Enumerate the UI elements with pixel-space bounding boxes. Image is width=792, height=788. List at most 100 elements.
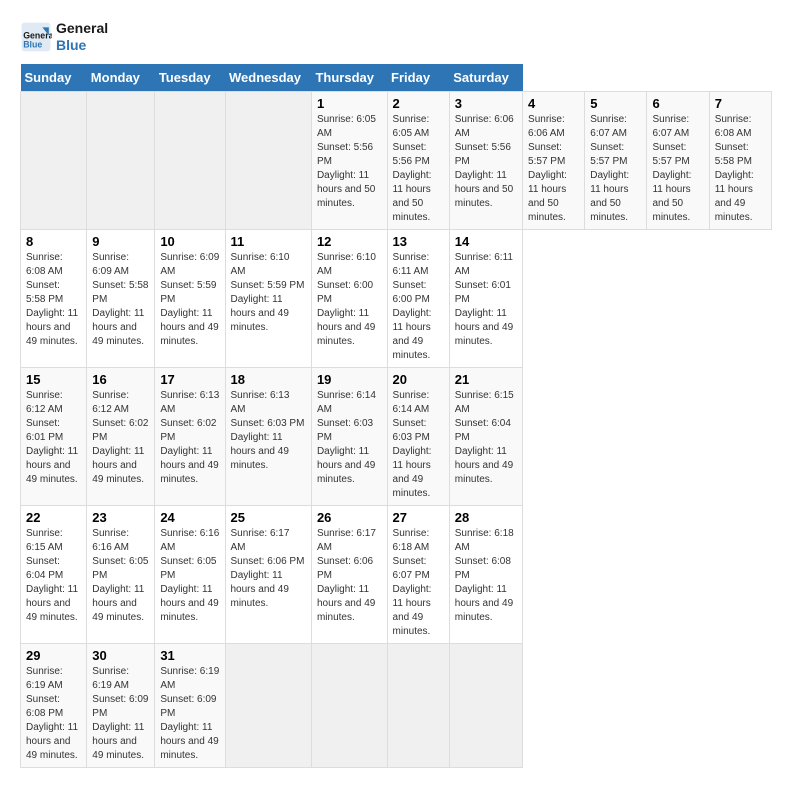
calendar-cell: 25 Sunrise: 6:17 AMSunset: 6:06 PMDayligh… [225,505,311,643]
day-info: Sunrise: 6:13 AMSunset: 6:02 PMDaylight:… [160,389,219,487]
day-number: 9 [92,234,149,249]
calendar-cell: 9 Sunrise: 6:09 AMSunset: 5:58 PMDaylight… [87,229,155,367]
day-number: 16 [92,372,149,387]
calendar-cell: 3 Sunrise: 6:06 AMSunset: 5:56 PMDaylight… [449,91,522,229]
day-number: 7 [715,96,766,111]
day-number: 22 [26,510,81,525]
calendar-table: SundayMondayTuesdayWednesdayThursdayFrid… [20,64,772,768]
day-info: Sunrise: 6:10 AMSunset: 6:00 PMDaylight:… [317,251,382,349]
calendar-cell: 27 Sunrise: 6:18 AMSunset: 6:07 PMDayligh… [387,505,449,643]
calendar-cell: 16 Sunrise: 6:12 AMSunset: 6:02 PMDayligh… [87,367,155,505]
day-header-monday: Monday [87,64,155,92]
calendar-cell: 7Sunrise: 6:08 AMSunset: 5:58 PMDaylight… [709,91,771,229]
calendar-cell: 29 Sunrise: 6:19 AMSunset: 6:08 PMDayligh… [21,643,87,767]
calendar-cell: 18Sunrise: 6:13 AMSunset: 6:03 PMDayligh… [225,367,311,505]
day-number: 12 [317,234,382,249]
day-header-saturday: Saturday [449,64,522,92]
calendar-cell: 10 Sunrise: 6:09 AMSunset: 5:59 PMDayligh… [155,229,225,367]
calendar-cell: 22 Sunrise: 6:15 AMSunset: 6:04 PMDayligh… [21,505,87,643]
day-number: 28 [455,510,517,525]
svg-text:Blue: Blue [23,39,42,49]
day-number: 24 [160,510,219,525]
day-info: Sunrise: 6:14 AMSunset: 6:03 PMDaylight:… [393,389,444,501]
day-info: Sunrise: 6:18 AMSunset: 6:07 PMDaylight:… [393,527,444,639]
day-header-thursday: Thursday [311,64,387,92]
day-header-friday: Friday [387,64,449,92]
day-info: Sunrise: 6:17 AMSunset: 6:06 PMDaylight:… [231,527,306,611]
calendar-cell: 1Sunrise: 6:05 AMSunset: 5:56 PMDaylight… [311,91,387,229]
day-number: 15 [26,372,81,387]
day-info: Sunrise: 6:09 AMSunset: 5:58 PMDaylight:… [92,251,149,349]
day-info: Sunrise: 6:15 AMSunset: 6:04 PMDaylight:… [26,527,81,625]
day-info: Sunrise: 6:16 AMSunset: 6:05 PMDaylight:… [92,527,149,625]
day-number: 2 [393,96,444,111]
day-number: 27 [393,510,444,525]
day-number: 19 [317,372,382,387]
logo-icon: General Blue [20,21,52,53]
day-info: Sunrise: 6:10 AMSunset: 5:59 PMDaylight:… [231,251,306,335]
day-number: 1 [317,96,382,111]
calendar-cell: 19 Sunrise: 6:14 AMSunset: 6:03 PMDayligh… [311,367,387,505]
calendar-cell: 26Sunrise: 6:17 AMSunset: 6:06 PMDayligh… [311,505,387,643]
calendar-header-row: SundayMondayTuesdayWednesdayThursdayFrid… [21,64,772,92]
calendar-week-4: 22 Sunrise: 6:15 AMSunset: 6:04 PMDayligh… [21,505,772,643]
calendar-week-2: 8 Sunrise: 6:08 AMSunset: 5:58 PMDaylight… [21,229,772,367]
day-number: 10 [160,234,219,249]
day-info: Sunrise: 6:06 AMSunset: 5:57 PMDaylight:… [528,113,579,225]
day-info: Sunrise: 6:19 AMSunset: 6:09 PMDaylight:… [92,665,149,763]
logo-text-general: General [56,20,108,36]
day-info: Sunrise: 6:12 AMSunset: 6:01 PMDaylight:… [26,389,81,487]
day-number: 4 [528,96,579,111]
day-info: Sunrise: 6:09 AMSunset: 5:59 PMDaylight:… [160,251,219,349]
calendar-cell [449,643,522,767]
calendar-cell: 31 Sunrise: 6:19 AMSunset: 6:09 PMDayligh… [155,643,225,767]
calendar-cell [225,91,311,229]
day-number: 29 [26,648,81,663]
calendar-cell: 30 Sunrise: 6:19 AMSunset: 6:09 PMDayligh… [87,643,155,767]
day-info: Sunrise: 6:16 AMSunset: 6:05 PMDaylight:… [160,527,219,625]
day-number: 26 [317,510,382,525]
calendar-cell: 21 Sunrise: 6:15 AMSunset: 6:04 PMDayligh… [449,367,522,505]
calendar-cell: 23Sunrise: 6:16 AMSunset: 6:05 PMDayligh… [87,505,155,643]
day-info: Sunrise: 6:12 AMSunset: 6:02 PMDaylight:… [92,389,149,487]
day-number: 13 [393,234,444,249]
day-number: 6 [652,96,703,111]
day-number: 3 [455,96,517,111]
day-number: 17 [160,372,219,387]
day-info: Sunrise: 6:06 AMSunset: 5:56 PMDaylight:… [455,113,517,211]
day-info: Sunrise: 6:19 AMSunset: 6:09 PMDaylight:… [160,665,219,763]
day-number: 5 [590,96,641,111]
calendar-week-1: 1Sunrise: 6:05 AMSunset: 5:56 PMDaylight… [21,91,772,229]
calendar-cell [387,643,449,767]
calendar-cell: 5Sunrise: 6:07 AMSunset: 5:57 PMDaylight… [585,91,647,229]
calendar-cell: 14Sunrise: 6:11 AMSunset: 6:01 PMDayligh… [449,229,522,367]
calendar-cell: 6 Sunrise: 6:07 AMSunset: 5:57 PMDaylight… [647,91,709,229]
day-info: Sunrise: 6:08 AMSunset: 5:58 PMDaylight:… [26,251,81,349]
day-info: Sunrise: 6:15 AMSunset: 6:04 PMDaylight:… [455,389,517,487]
calendar-cell: 28Sunrise: 6:18 AMSunset: 6:08 PMDayligh… [449,505,522,643]
calendar-cell [311,643,387,767]
day-number: 31 [160,648,219,663]
day-number: 14 [455,234,517,249]
day-number: 11 [231,234,306,249]
logo: General Blue General Blue [20,20,108,54]
calendar-cell: 2Sunrise: 6:05 AMSunset: 5:56 PMDaylight… [387,91,449,229]
calendar-cell: 13Sunrise: 6:11 AMSunset: 6:00 PMDayligh… [387,229,449,367]
day-info: Sunrise: 6:19 AMSunset: 6:08 PMDaylight:… [26,665,81,763]
calendar-cell [21,91,87,229]
day-number: 30 [92,648,149,663]
page-header: General Blue General Blue [20,20,772,54]
day-info: Sunrise: 6:13 AMSunset: 6:03 PMDaylight:… [231,389,306,473]
day-number: 21 [455,372,517,387]
calendar-cell [87,91,155,229]
day-number: 8 [26,234,81,249]
calendar-cell: 8 Sunrise: 6:08 AMSunset: 5:58 PMDaylight… [21,229,87,367]
day-number: 25 [231,510,306,525]
calendar-cell: 24 Sunrise: 6:16 AMSunset: 6:05 PMDayligh… [155,505,225,643]
day-header-tuesday: Tuesday [155,64,225,92]
day-header-sunday: Sunday [21,64,87,92]
day-info: Sunrise: 6:07 AMSunset: 5:57 PMDaylight:… [652,113,703,225]
calendar-cell: 17 Sunrise: 6:13 AMSunset: 6:02 PMDayligh… [155,367,225,505]
calendar-week-5: 29 Sunrise: 6:19 AMSunset: 6:08 PMDayligh… [21,643,772,767]
day-info: Sunrise: 6:14 AMSunset: 6:03 PMDaylight:… [317,389,382,487]
